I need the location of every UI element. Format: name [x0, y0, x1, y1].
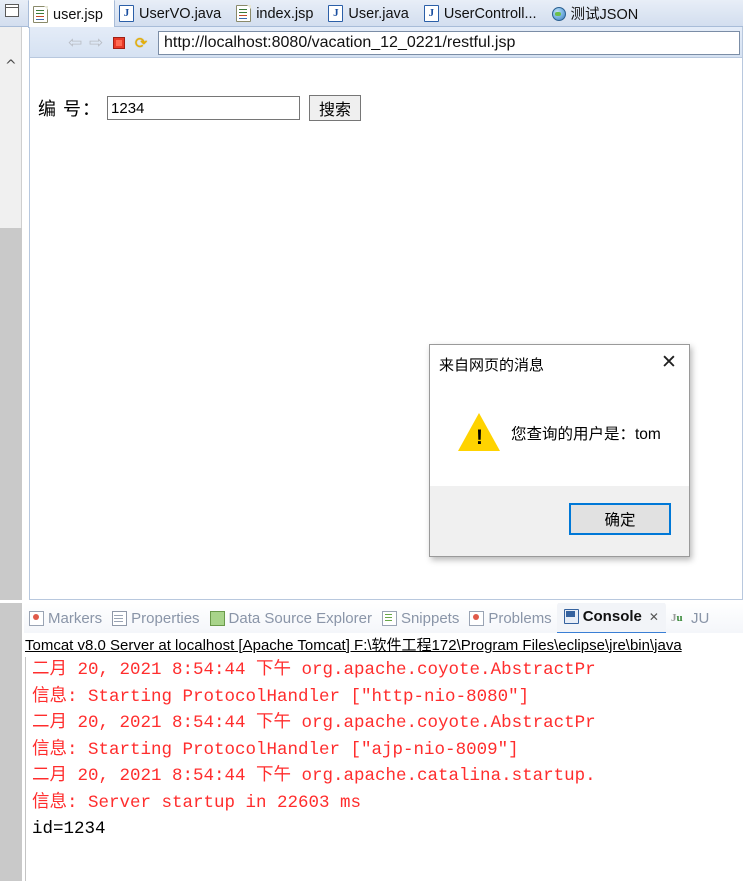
jsp-file-icon: [236, 5, 252, 22]
dialog-content: ! 您查询的用户是：tom: [430, 385, 689, 486]
left-sidebar-strip-lower: [0, 228, 22, 600]
view-tab-markers[interactable]: Markers: [24, 603, 107, 633]
java-file-icon: J: [328, 5, 344, 22]
id-field-label: 编 号：: [38, 99, 102, 119]
view-tab-label: Data Source Explorer: [228, 609, 372, 627]
console-launch-config: Tomcat v8.0 Server at localhost [Apache …: [25, 637, 682, 654]
view-tab-junit[interactable]: Ju JU: [666, 603, 714, 633]
browser-toolbar: ⇦ ⇨ ⟳ http://localhost:8080/vacation_12_…: [30, 27, 742, 58]
eclipse-ide-window: user.jsp J UserVO.java index.jsp J User.…: [0, 0, 743, 881]
bottom-view-tabbar: Markers Properties Data Source Explorer …: [24, 603, 743, 633]
editor-tab-label: UserControll...: [443, 5, 537, 22]
editor-tabstrip: user.jsp J UserVO.java index.jsp J User.…: [28, 0, 650, 28]
console-icon: [563, 609, 579, 624]
dialog-footer: 确定: [430, 486, 689, 556]
editor-tab-label: User.java: [348, 5, 409, 22]
view-tab-label: Properties: [131, 609, 200, 627]
dialog-titlebar: 来自网页的消息 ✕: [430, 345, 689, 385]
editor-tab-test-json[interactable]: 测试JSON: [548, 0, 650, 27]
console-line: 二月 20, 2021 8:54:44 下午 org.apache.catali…: [32, 766, 596, 786]
view-tab-label: Snippets: [400, 609, 460, 627]
editor-tab-index-jsp[interactable]: index.jsp: [232, 0, 324, 27]
console-line: 二月 20, 2021 8:54:44 下午 org.apache.coyote…: [32, 660, 596, 680]
id-search-input[interactable]: [107, 96, 301, 120]
warning-exclamation-glyph: !: [476, 426, 483, 449]
close-icon[interactable]: ✕: [656, 350, 682, 374]
console-line: 二月 20, 2021 8:54:44 下午 org.apache.coyote…: [32, 713, 596, 733]
view-tab-label: Markers: [48, 609, 103, 627]
editor-tab-label: index.jsp: [256, 5, 314, 22]
console-line: 信息: Server startup in 22603 ms: [32, 792, 362, 813]
console-line: 信息: Starting ProtocolHandler ["http-nio-…: [32, 686, 530, 707]
editor-tab-label: 测试JSON: [570, 7, 639, 23]
editor-tab-user-jsp[interactable]: user.jsp: [28, 0, 115, 28]
editor-tab-label: user.jsp: [53, 6, 103, 23]
java-file-icon: J: [118, 5, 134, 22]
console-line: id=1234: [32, 819, 106, 839]
properties-icon: [112, 610, 128, 626]
markers-icon: [29, 610, 44, 626]
java-file-icon: J: [423, 5, 439, 22]
dialog-title: 来自网页的消息: [439, 357, 545, 374]
view-tab-label: Problems: [488, 609, 552, 627]
web-page-message-dialog: 来自网页的消息 ✕ ! 您查询的用户是：tom 确定: [429, 344, 690, 557]
console-line: 信息: Starting ProtocolHandler ["ajp-nio-8…: [32, 739, 519, 760]
search-button[interactable]: 搜索: [309, 95, 362, 121]
warning-triangle-icon: !: [458, 413, 500, 451]
bottom-view-stack: Markers Properties Data Source Explorer …: [0, 603, 743, 881]
junit-icon: Ju: [670, 611, 683, 624]
editor-tab-usercontroller-java[interactable]: J UserControll...: [420, 0, 548, 27]
view-tab-snippets[interactable]: Snippets: [377, 603, 464, 633]
url-input[interactable]: http://localhost:8080/vacation_12_0221/r…: [158, 31, 740, 55]
editor-tab-label: UserVO.java: [138, 5, 222, 22]
console-output[interactable]: 二月 20, 2021 8:54:44 下午 org.apache.coyote…: [25, 657, 743, 881]
search-form-row: 编 号： 搜索: [38, 95, 362, 121]
data-source-icon: [209, 610, 225, 626]
view-tab-label: JU: [690, 609, 710, 627]
bottom-left-strip: [0, 603, 22, 881]
view-tab-properties[interactable]: Properties: [107, 603, 204, 633]
jsp-file-icon: [33, 6, 48, 23]
editor-tab-user-java[interactable]: J User.java: [324, 0, 419, 27]
left-sidebar-strip-upper: ^: [0, 27, 22, 228]
dialog-message: 您查询的用户是：tom: [511, 426, 661, 443]
refresh-icon[interactable]: ⟳: [133, 35, 149, 51]
stop-icon[interactable]: [113, 37, 125, 49]
dialog-ok-button[interactable]: 确定: [569, 503, 671, 535]
problems-icon: [469, 610, 485, 626]
editor-tab-uservo-java[interactable]: J UserVO.java: [115, 0, 232, 27]
close-icon[interactable]: ✕: [649, 610, 659, 624]
editor-tab-bar: user.jsp J UserVO.java index.jsp J User.…: [0, 0, 743, 28]
view-tab-console[interactable]: Console ✕: [556, 603, 666, 633]
view-tab-data-source-explorer[interactable]: Data Source Explorer: [205, 603, 377, 633]
snippets-icon: [381, 610, 397, 626]
globe-icon: [551, 6, 566, 21]
view-tab-label: Console: [582, 608, 642, 625]
view-menu-icon[interactable]: [5, 4, 19, 17]
view-tab-problems[interactable]: Problems: [464, 603, 556, 633]
